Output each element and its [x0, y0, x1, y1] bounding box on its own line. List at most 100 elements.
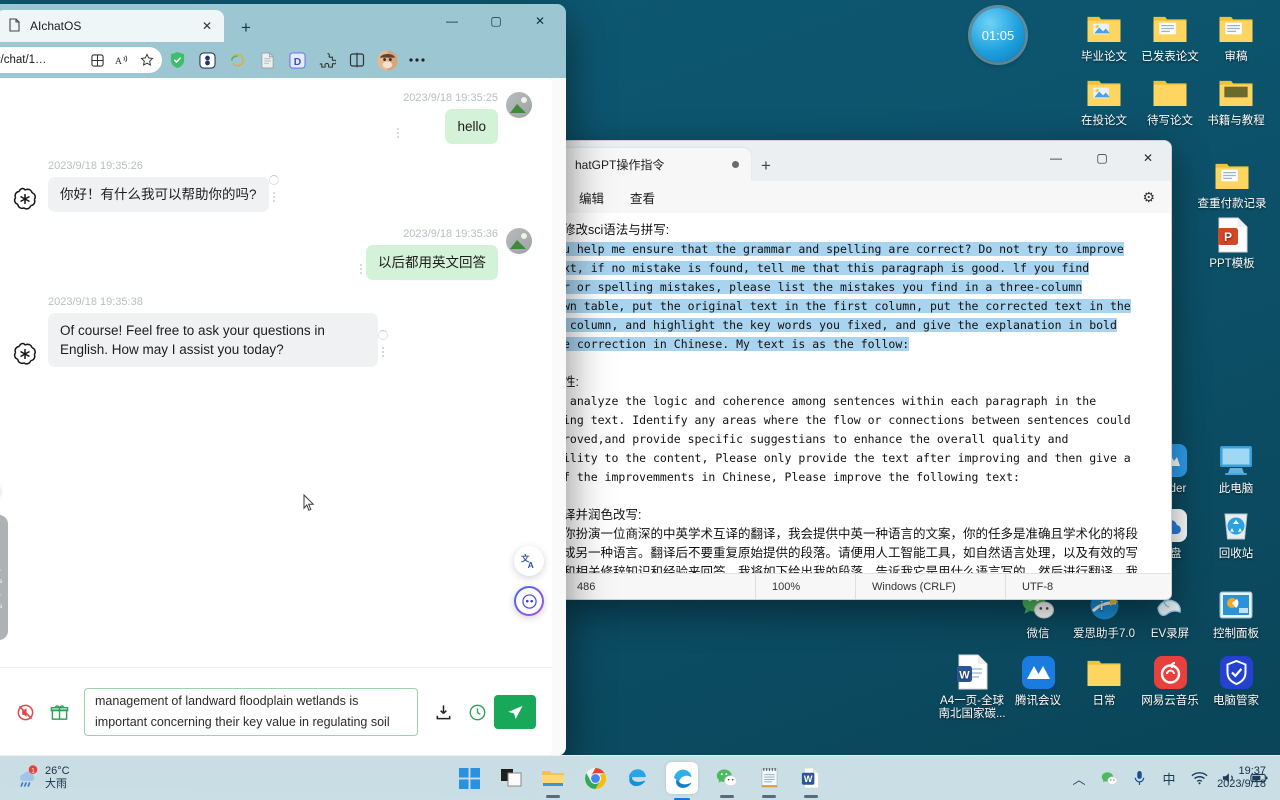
message-bubble[interactable]: 以后都用英文回答 — [366, 245, 498, 280]
taskbar[interactable]: 1 26°C 大雨 W ︿ 中 19:37 2023/9/18 — [0, 755, 1280, 800]
edge-collections-icon[interactable] — [222, 47, 252, 73]
microphone-icon[interactable] — [1130, 769, 1148, 787]
browser-tabbar[interactable]: AIchatOS ✕ + — ▢ ✕ — [0, 4, 566, 42]
message-bubble[interactable]: Of course! Feel free to ask your questio… — [48, 313, 378, 367]
notepad-menubar[interactable]: 编辑 查看 ⚙ — [561, 181, 1171, 213]
message-side-actions[interactable] — [268, 175, 279, 212]
regenerate-icon[interactable] — [378, 330, 388, 340]
notepad-maximize-button[interactable]: ▢ — [1079, 141, 1125, 175]
message-menu-icon[interactable] — [269, 192, 279, 208]
desktop-icon-4[interactable]: 在投论文 — [1068, 72, 1140, 128]
taskbar-clock[interactable]: 19:37 2023/9/18 — [1217, 765, 1280, 791]
puzzle-icon[interactable] — [312, 47, 342, 73]
send-button[interactable] — [494, 695, 536, 729]
word-button[interactable]: W — [798, 765, 824, 791]
notepad-status-encoding[interactable]: UTF-8 — [1006, 574, 1069, 599]
address-bar[interactable]: s.top/#/chat/1… A — [0, 47, 162, 73]
notepad-button[interactable] — [756, 765, 782, 791]
message-bubble[interactable]: hello — [445, 109, 498, 144]
browser-minimize-button[interactable]: — — [430, 6, 474, 36]
favorite-star-icon[interactable] — [136, 49, 158, 71]
notepad-window[interactable]: hatGPT操作指令 + — ▢ ✕ 编辑 查看 ⚙ 修改sci语法与拼写: u … — [560, 140, 1172, 600]
wechat-button[interactable] — [714, 765, 740, 791]
message-menu-icon[interactable] — [378, 347, 388, 363]
translate-icon[interactable]: 文A — [514, 546, 544, 576]
weather-widget[interactable]: 1 26°C 大雨 — [14, 765, 70, 791]
chrome-button[interactable] — [582, 765, 608, 791]
gift-icon[interactable] — [42, 695, 76, 729]
browser-maximize-button[interactable]: ▢ — [474, 6, 518, 36]
gear-icon[interactable]: ⚙ — [1142, 189, 1155, 206]
desktop-icon-1[interactable]: 毕业论文 — [1068, 8, 1140, 64]
browser-toolbar[interactable]: s.top/#/chat/1… A D — [0, 42, 566, 78]
chat-input-bar[interactable]: management of landward floodplain wetlan… — [0, 668, 552, 756]
notepad-new-tab-button[interactable]: + — [751, 151, 781, 181]
history-icon[interactable] — [460, 695, 494, 729]
desktop-icon-5[interactable]: 待写论文 — [1134, 72, 1206, 128]
chevron-up-icon[interactable]: ︿ — [1070, 769, 1088, 787]
task-view-button[interactable] — [498, 765, 524, 791]
desktop-icon-12[interactable]: 回收站 — [1200, 505, 1272, 561]
notepad-menu-view[interactable]: 查看 — [630, 188, 655, 207]
notepad-minimize-button[interactable]: — — [1033, 141, 1079, 175]
edge-legacy-button[interactable] — [624, 765, 650, 791]
notepad-close-button[interactable]: ✕ — [1125, 141, 1171, 175]
wifi-icon[interactable] — [1190, 769, 1208, 787]
mute-icon[interactable] — [8, 695, 42, 729]
desktop-icon-6[interactable]: 书籍与教程 — [1200, 72, 1272, 128]
assistant-bubble-icon[interactable] — [514, 586, 544, 616]
split-screen-icon[interactable] — [86, 49, 108, 71]
message-menu-icon[interactable] — [356, 228, 366, 280]
notepad-menu-edit[interactable]: 编辑 — [579, 188, 604, 207]
notepad-window-controls[interactable]: — ▢ ✕ — [1033, 141, 1171, 175]
desktop-icon-21[interactable]: 电脑管家 — [1200, 652, 1272, 708]
browser-new-tab-button[interactable]: + — [232, 14, 260, 42]
browser-tab-aichatos[interactable]: AIchatOS ✕ — [0, 10, 224, 42]
desktop-icon-16[interactable]: 控制面板 — [1200, 585, 1272, 641]
adblock-shield-icon[interactable] — [162, 47, 192, 73]
browser-window[interactable]: AIchatOS ✕ + — ▢ ✕ s.top/#/chat/1… A — [0, 4, 566, 756]
desktop-icon-17[interactable]: W A4一页-全球南北国家碳... — [936, 652, 1008, 721]
pdf-icon[interactable] — [252, 47, 282, 73]
message-bubble[interactable]: 你好！有什么我可以帮助你的吗? — [48, 177, 269, 212]
profile-avatar[interactable] — [372, 47, 402, 73]
ime-icon[interactable]: 中 — [1160, 769, 1178, 787]
browser-close-button[interactable]: ✕ — [518, 6, 562, 36]
floating-clock-widget[interactable]: 01:05 — [971, 8, 1025, 62]
file-explorer-button[interactable] — [540, 765, 566, 791]
desktop-icon-20[interactable]: 网易云音乐 — [1134, 652, 1206, 708]
desktop-icon-18[interactable]: 腾讯会议 — [1002, 652, 1074, 708]
notepad-tab[interactable]: hatGPT操作指令 — [561, 148, 751, 181]
edge-button[interactable] — [666, 762, 698, 794]
desktop-icon-3[interactable]: 审稿 — [1200, 8, 1272, 64]
chat-composer-input[interactable]: management of landward floodplain wetlan… — [84, 688, 418, 736]
desktop-icon-2[interactable]: 已发表论文 — [1134, 8, 1206, 64]
browser-window-controls[interactable]: — ▢ ✕ — [430, 6, 562, 36]
extension-icon[interactable] — [192, 47, 222, 73]
close-icon[interactable]: ✕ — [198, 17, 216, 35]
split-pane-icon[interactable] — [342, 47, 372, 73]
message-side-actions[interactable] — [378, 330, 388, 367]
chat-app[interactable]: 2023/9/18 19:35:25 hello 2023/9/18 19:35:2… — [0, 78, 552, 756]
notepad-text-area[interactable]: 修改sci语法与拼写: u help me ensure that the gra… — [561, 213, 1171, 573]
message-menu-icon[interactable] — [393, 92, 403, 144]
desktop-icon-10[interactable]: 此电脑 — [1200, 440, 1272, 496]
download-icon[interactable] — [426, 695, 460, 729]
start-button[interactable] — [456, 765, 482, 791]
dictionary-icon[interactable]: D — [282, 47, 312, 73]
settings-more-icon[interactable] — [402, 47, 432, 73]
wechat-tray-icon[interactable] — [1100, 769, 1118, 787]
desktop-icon-19[interactable]: 日常 — [1068, 652, 1140, 708]
network-speed-widget[interactable]: 0.6 K/s 3.6 K/s — [0, 515, 8, 640]
taskbar-app-area[interactable]: W — [456, 762, 824, 794]
notepad-tabstrip[interactable]: hatGPT操作指令 + — [561, 141, 781, 181]
browser-viewport[interactable]: 2023/9/18 19:35:25 hello 2023/9/18 19:35:2… — [0, 78, 566, 756]
notepad-titlebar[interactable]: hatGPT操作指令 + — ▢ ✕ — [561, 141, 1171, 181]
regenerate-icon[interactable] — [268, 175, 279, 185]
notepad-status-eol[interactable]: Windows (CRLF) — [856, 574, 1006, 599]
chat-message-list[interactable]: 2023/9/18 19:35:25 hello 2023/9/18 19:35:2… — [0, 78, 552, 668]
notepad-status-zoom[interactable]: 100% — [756, 574, 856, 599]
desktop-icon-8[interactable]: P PPT模板 — [1196, 215, 1268, 271]
desktop-icon-7[interactable]: 查重付款记录 — [1196, 155, 1268, 211]
read-aloud-icon[interactable]: A — [111, 49, 133, 71]
